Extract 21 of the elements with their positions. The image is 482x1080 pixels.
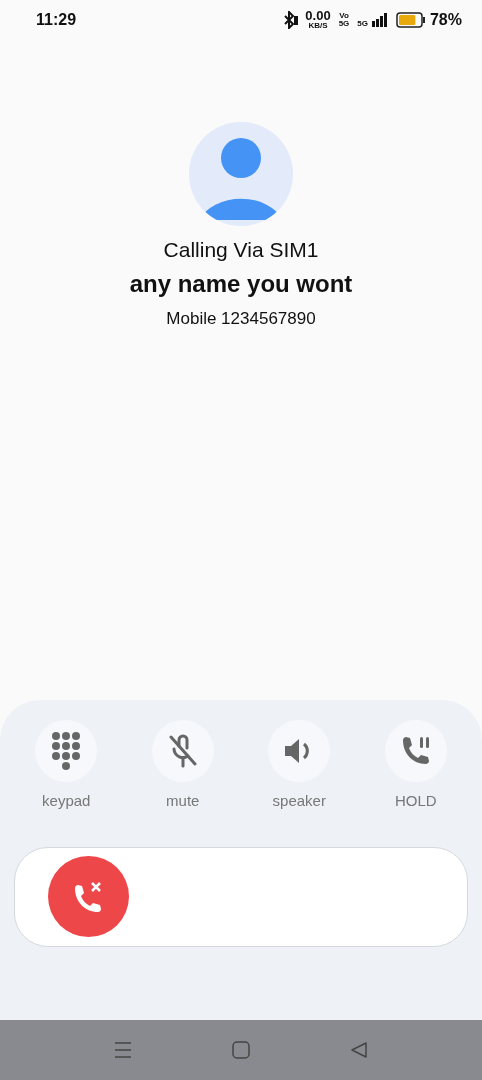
keypad-icon bbox=[51, 731, 82, 771]
volte-label: Vo bbox=[339, 12, 349, 20]
volte-network: 5G bbox=[338, 20, 350, 28]
back-icon[interactable] bbox=[350, 1041, 368, 1059]
battery-percentage: 78% bbox=[429, 10, 462, 30]
home-icon[interactable] bbox=[232, 1041, 250, 1059]
caller-name: any name you wont bbox=[129, 268, 353, 299]
caller-number: Mobile 1234567890 bbox=[166, 307, 316, 330]
speed-unit: KB/S bbox=[308, 22, 328, 30]
signal-icon bbox=[371, 13, 388, 27]
network-type: 5G bbox=[357, 20, 368, 28]
action-label: HOLD bbox=[394, 791, 437, 811]
action-label: speaker bbox=[272, 791, 326, 811]
muted-microphone-icon bbox=[167, 734, 198, 768]
battery-icon bbox=[395, 12, 426, 28]
clock-time: 11:29 bbox=[36, 10, 77, 30]
bluetooth-icon bbox=[283, 11, 300, 29]
action-label: keypad bbox=[42, 791, 91, 811]
action-label: mute bbox=[166, 791, 200, 811]
sim-label: Calling Via SIM1 bbox=[163, 237, 319, 263]
network-speed: 0.00 bbox=[305, 10, 331, 22]
